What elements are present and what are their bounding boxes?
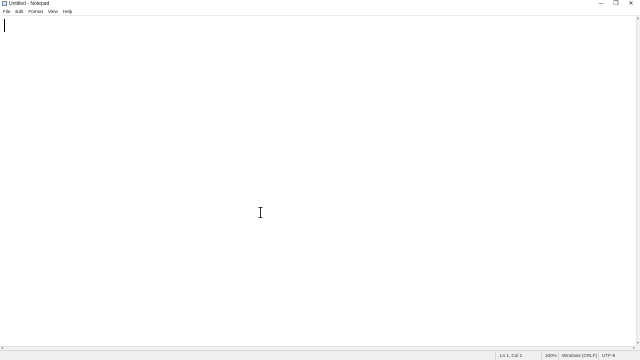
notepad-window: Untitled - Notepad ─ ❐ ✕ File Edit Forma…	[0, 0, 640, 360]
notepad-icon	[2, 1, 7, 6]
menu-view[interactable]: View	[46, 8, 60, 15]
status-cursor-position: Ln 1, Col 1	[500, 353, 523, 358]
title-bar[interactable]: Untitled - Notepad ─ ❐ ✕	[0, 0, 640, 8]
menu-file[interactable]: File	[1, 8, 12, 15]
status-zoom: 100%	[545, 353, 557, 358]
minimize-button[interactable]: ─	[594, 0, 608, 8]
menu-help[interactable]: Help	[61, 8, 74, 15]
vertical-scrollbar[interactable]: ▴ ▾	[636, 15, 640, 346]
status-line-ending: Windows (CRLF)	[562, 353, 597, 358]
status-encoding: UTF-8	[602, 353, 616, 358]
text-ibeam-cursor-icon	[258, 207, 263, 218]
status-bar: Ln 1, Col 1 100% Windows (CRLF) UTF-8	[0, 350, 640, 360]
scroll-up-arrow-icon[interactable]: ▴	[637, 16, 639, 20]
close-button[interactable]: ✕	[624, 0, 638, 8]
menu-format[interactable]: Format	[26, 8, 45, 15]
window-title: Untitled - Notepad	[9, 1, 50, 7]
text-editor-area[interactable]	[0, 15, 636, 346]
maximize-button[interactable]: ❐	[609, 0, 623, 8]
text-caret	[4, 19, 5, 32]
scroll-down-arrow-icon[interactable]: ▾	[637, 341, 639, 345]
menu-bar: File Edit Format View Help	[0, 8, 640, 15]
menu-edit[interactable]: Edit	[13, 8, 25, 15]
